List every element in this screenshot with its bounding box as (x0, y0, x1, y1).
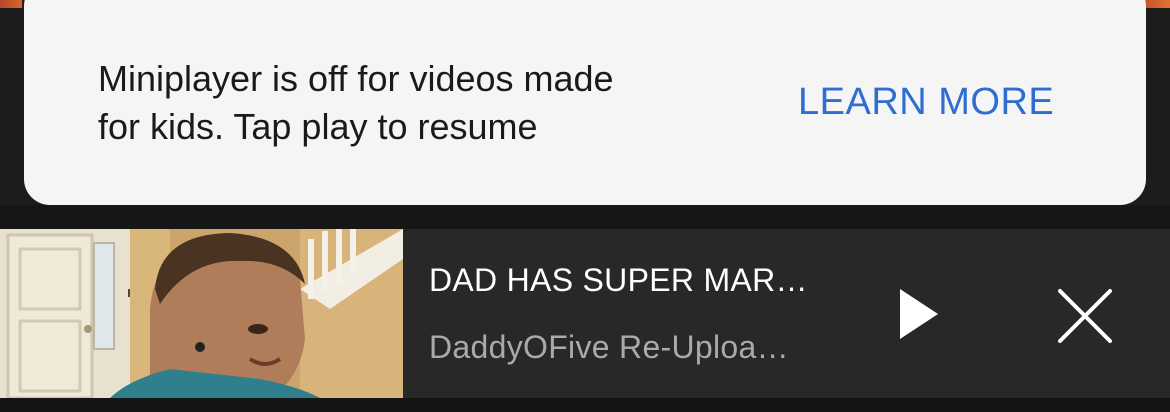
video-info[interactable]: DAD HAS SUPER MAR… DaddyOFive Re-Uploa… (429, 229, 859, 398)
app-screen: Miniplayer is off for videos made for ki… (0, 0, 1170, 412)
miniplayer-notice-snackbar: Miniplayer is off for videos made for ki… (24, 0, 1146, 205)
close-button[interactable] (1052, 283, 1118, 349)
video-title[interactable]: DAD HAS SUPER MAR… (429, 262, 808, 299)
snackbar-message: Miniplayer is off for videos made for ki… (98, 57, 614, 147)
video-thumbnail[interactable] (0, 229, 403, 398)
close-icon (1058, 289, 1112, 343)
learn-more-button[interactable]: LEARN MORE (798, 81, 1054, 124)
play-button[interactable] (890, 281, 950, 347)
miniplayer[interactable]: DAD HAS SUPER MAR… DaddyOFive Re-Uploa… (0, 229, 1170, 398)
bottom-bar (0, 398, 1170, 412)
separator-bar (0, 205, 1170, 229)
top-left-accent (0, 0, 22, 8)
play-icon (900, 289, 938, 339)
channel-name[interactable]: DaddyOFive Re-Uploa… (429, 329, 789, 366)
thumbnail-image (0, 229, 403, 398)
